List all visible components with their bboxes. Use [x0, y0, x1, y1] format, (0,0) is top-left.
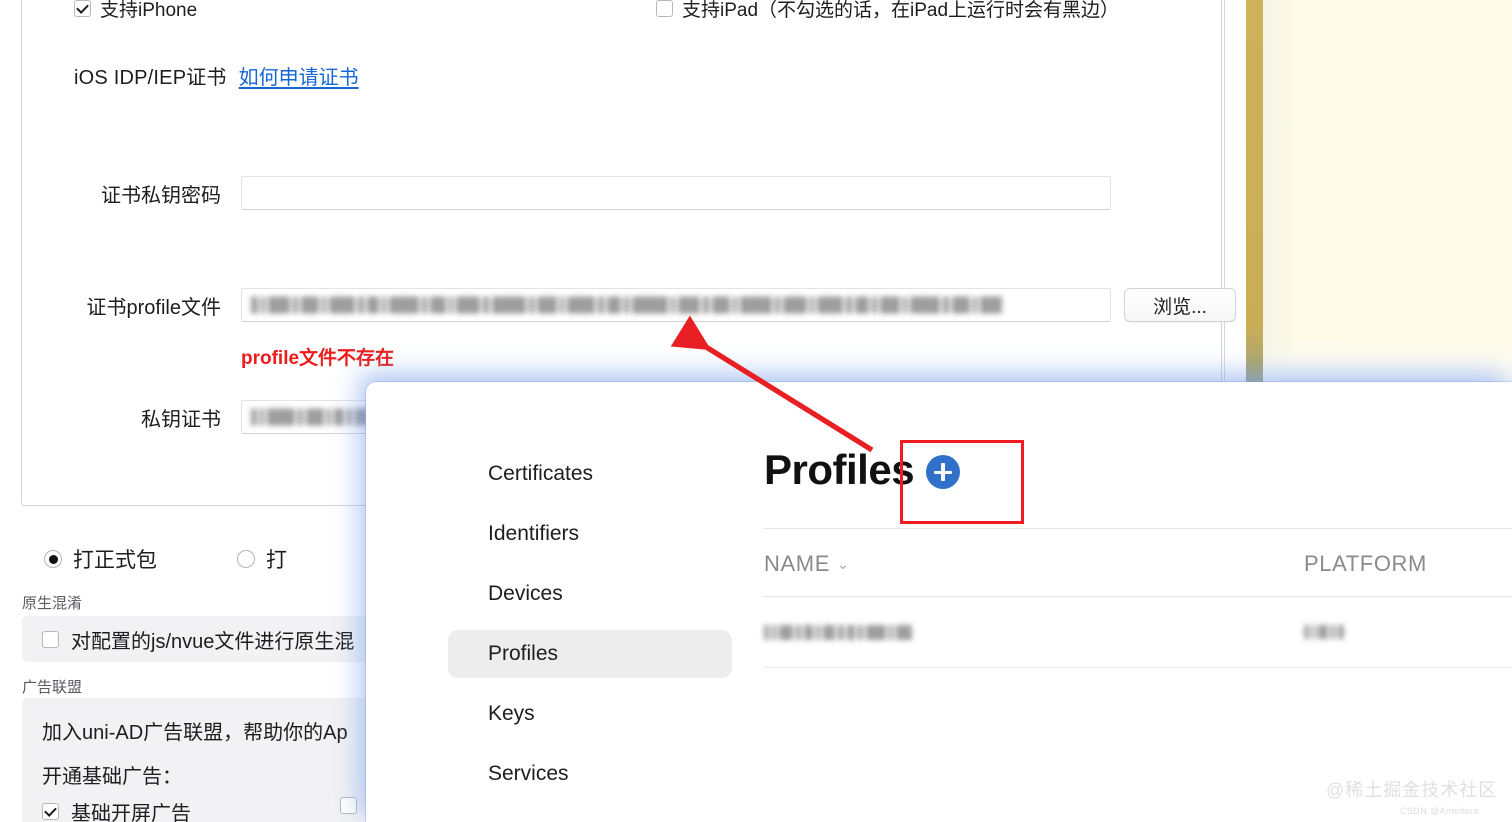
build-release-radio[interactable]: [44, 550, 62, 568]
support-iphone-checkbox[interactable]: [74, 0, 91, 17]
sidebar-item-label: Keys: [488, 702, 535, 725]
obfuscation-group: 对配置的js/nvue文件进行原生混: [22, 616, 382, 662]
support-iphone-label: 支持iPhone: [100, 0, 198, 21]
profile-error-message: profile文件不存在: [241, 348, 395, 369]
browse-button[interactable]: 浏览...: [1124, 288, 1236, 322]
chevron-down-icon: ⌄: [836, 555, 850, 572]
sidebar-item-label: Profiles: [488, 642, 559, 665]
ad-alliance-subtitle: 开通基础广告：: [42, 766, 182, 788]
table-header-row: NAME ⌄ PLATFORM: [764, 532, 1512, 597]
private-key-certificate-label: 私钥证书: [141, 408, 221, 431]
private-key-password-input[interactable]: [241, 176, 1111, 210]
basic-splash-ad-checkbox[interactable]: [42, 803, 59, 820]
profile-file-row: 证书profile文件: [22, 288, 1111, 322]
basic-splash-ad-label: 基础开屏广告: [71, 803, 191, 822]
redacted-profile-path: [251, 296, 1005, 314]
sidebar-item-label: Services: [488, 762, 569, 785]
obfuscation-checkbox[interactable]: [42, 630, 59, 648]
developer-portal-main: Profiles: [764, 438, 1512, 502]
support-iphone-row[interactable]: 支持iPhone: [74, 0, 197, 22]
cell-profile-platform: [1304, 625, 1347, 639]
profile-file-label: 证书profile文件: [86, 296, 221, 319]
sidebar-item-keys[interactable]: Keys: [448, 690, 732, 738]
profile-file-input[interactable]: [241, 288, 1111, 322]
watermark-primary: @稀土掘金技术社区: [1326, 780, 1498, 800]
private-key-password-label: 证书私钥密码: [101, 184, 221, 207]
support-ipad-row[interactable]: 支持iPad（不勾选的话，在iPad上运行时会有黑边）: [656, 0, 1119, 22]
obfuscation-section-title: 原生混淆: [22, 595, 83, 612]
support-ipad-label: 支持iPad（不勾选的话，在iPad上运行时会有黑边）: [682, 0, 1120, 21]
secondary-ad-item[interactable]: [340, 797, 357, 819]
ad-alliance-section-title: 广告联盟: [22, 679, 83, 696]
private-key-password-row: 证书私钥密码: [22, 176, 1111, 210]
redacted-profile-name: [764, 624, 915, 640]
sidebar-item-label: Identifiers: [488, 522, 580, 545]
panel-right-edge-line: [1224, 0, 1225, 385]
support-ipad-checkbox[interactable]: [656, 0, 673, 17]
cream-background-panel: [1263, 0, 1512, 385]
build-other-option[interactable]: 打: [237, 544, 287, 574]
table-top-divider: [764, 528, 1512, 529]
build-release-label: 打正式包: [73, 549, 157, 572]
sidebar-item-services[interactable]: Services: [448, 750, 732, 798]
column-header-name[interactable]: NAME ⌄: [764, 551, 1304, 577]
profiles-header: Profiles: [764, 438, 1512, 502]
table-row[interactable]: [764, 597, 1512, 668]
build-release-option[interactable]: 打正式包: [44, 544, 157, 574]
idp-certificate-section: iOS IDP/IEP证书 如何申请证书: [74, 61, 359, 90]
gold-accent-bar: [1246, 0, 1263, 385]
sidebar-item-profiles[interactable]: Profiles: [448, 630, 732, 678]
secondary-ad-checkbox[interactable]: [340, 797, 357, 814]
developer-portal-sidebar: Certificates Identifiers Devices Profile…: [448, 450, 732, 810]
build-other-radio[interactable]: [237, 550, 255, 568]
how-to-apply-certificate-link[interactable]: 如何申请证书: [239, 61, 359, 90]
column-header-name-label: NAME: [764, 551, 830, 576]
annotation-red-rectangle: [900, 440, 1024, 524]
screenshot-root: 支持iPhone 支持iPad（不勾选的话，在iPad上运行时会有黑边） iOS…: [0, 0, 1512, 822]
watermark-secondary: CSDN @Amodoro: [1400, 806, 1479, 816]
page-title: Profiles: [764, 446, 915, 493]
column-header-platform[interactable]: PLATFORM: [1304, 551, 1427, 577]
sidebar-item-label: Devices: [488, 582, 563, 605]
column-header-platform-label: PLATFORM: [1304, 551, 1427, 576]
sidebar-item-identifiers[interactable]: Identifiers: [448, 510, 732, 558]
build-other-label: 打: [266, 549, 287, 572]
redacted-platform-value: [1304, 625, 1347, 639]
build-type-radio-group: 打正式包 打: [44, 544, 287, 574]
sidebar-item-label: Certificates: [488, 462, 594, 485]
sidebar-item-devices[interactable]: Devices: [448, 570, 732, 618]
idp-section-label: iOS IDP/IEP证书: [74, 67, 227, 89]
profiles-table: NAME ⌄ PLATFORM: [764, 532, 1512, 668]
sidebar-item-certificates[interactable]: Certificates: [448, 450, 732, 498]
cell-profile-name: [764, 624, 1304, 640]
obfuscation-label: 对配置的js/nvue文件进行原生混: [71, 630, 355, 653]
cream-fade-overlay: [1263, 340, 1512, 388]
obfuscation-item[interactable]: 对配置的js/nvue文件进行原生混: [22, 616, 382, 662]
basic-splash-ad-item[interactable]: 基础开屏广告: [42, 797, 191, 822]
ad-alliance-intro: 加入uni-AD广告联盟，帮助你的Ap: [42, 722, 348, 744]
